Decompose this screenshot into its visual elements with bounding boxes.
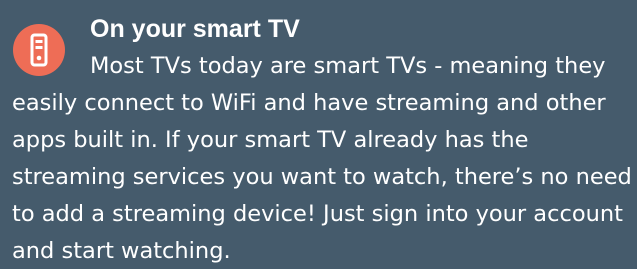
smart-tv-info-card: On your smart TV Most TVs today are smar…	[0, 0, 637, 269]
section-body-text: Most TVs today are smart TVs - meaning t…	[12, 53, 632, 264]
section-title: On your smart TV	[90, 15, 300, 43]
